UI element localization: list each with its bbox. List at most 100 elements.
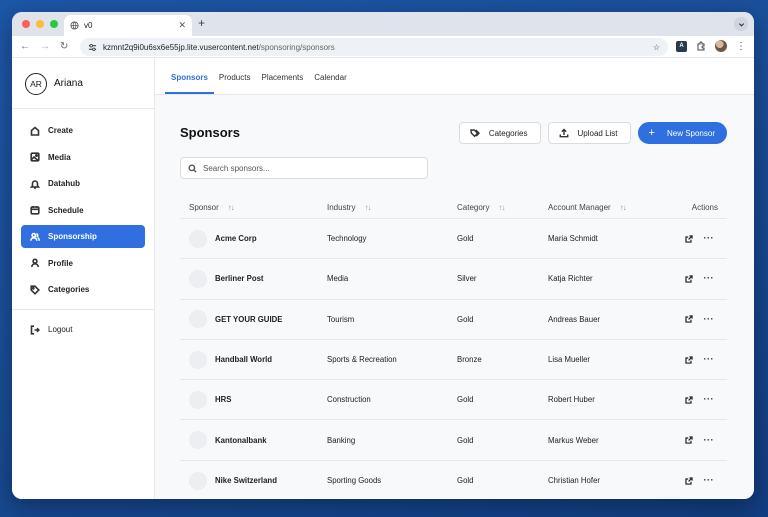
column-header-category[interactable]: Category ↑↓ [457,203,548,212]
bookmark-star-icon[interactable]: ☆ [653,43,660,52]
sidebar-item-media[interactable]: Media [21,146,145,169]
user-profile[interactable]: AR Ariana [12,59,154,109]
external-link-icon[interactable] [684,235,693,243]
table-row[interactable]: Kantonalbank Banking Gold Markus Weber ·… [180,420,727,461]
new-sponsor-button[interactable]: + New Sponsor [637,122,727,144]
logout-icon [30,324,40,335]
url-host: kzmnt2q9i0u6sx6e55jp.lite.vusercontent.n… [103,42,259,52]
column-header-industry[interactable]: Industry ↑↓ [327,203,457,212]
sort-icon[interactable]: ↑↓ [228,203,235,212]
sidebar: AR Ariana Create Media Datahub Schedule … [12,59,155,499]
table-row[interactable]: Nike Switzerland Sporting Goods Gold Chr… [180,461,727,499]
manager-cell: Christian Hofer [548,476,600,486]
sidebar-item-sponsorship[interactable]: Sponsorship [21,225,145,248]
extensions-puzzle-icon[interactable] [696,41,706,51]
categories-button-label: Categories [488,128,528,138]
tab-sponsors[interactable]: Sponsors [165,73,214,94]
sponsor-name[interactable]: HRS [215,395,231,404]
more-options-icon[interactable]: ··· [704,274,715,283]
close-window-button[interactable] [22,20,30,28]
back-arrow-icon[interactable]: ← [20,41,30,52]
manager-cell: Markus Weber [548,435,599,445]
address-bar[interactable]: kzmnt2q9i0u6sx6e55jp.lite.vusercontent.n… [80,38,668,56]
site-settings-icon[interactable] [88,43,97,52]
sponsor-name[interactable]: GET YOUR GUIDE [215,315,282,324]
maximize-window-button[interactable] [50,20,58,28]
sidebar-item-label: Categories [48,285,90,294]
sidebar-item-logout[interactable]: Logout [21,318,145,341]
manager-cell: Katja Richter [548,274,593,284]
forward-arrow-icon[interactable]: → [40,41,50,52]
sponsor-name[interactable]: Kantonalbank [215,436,267,445]
sponsor-name[interactable]: Handball World [215,355,272,364]
sort-icon[interactable]: ↑↓ [498,203,505,212]
avatar: AR [25,72,47,95]
table-row[interactable]: Berliner Post Media Silver Katja Richter… [180,259,727,300]
reload-icon[interactable]: ↻ [60,41,68,52]
table-row[interactable]: Handball World Sports & Recreation Bronz… [180,340,727,381]
external-link-icon[interactable] [684,436,693,444]
sponsor-name[interactable]: Nike Switzerland [215,476,277,485]
more-options-icon[interactable]: ··· [704,476,715,485]
minimize-window-button[interactable] [36,20,44,28]
tags-icon [470,129,480,138]
more-options-icon[interactable]: ··· [704,355,715,364]
table-row[interactable]: HRS Construction Gold Robert Huber ··· [180,380,727,421]
sidebar-item-datahub[interactable]: Datahub [21,172,145,195]
extension-icon[interactable]: A [676,40,687,52]
sponsor-name[interactable]: Acme Corp [215,234,257,243]
sponsor-name[interactable]: Berliner Post [215,274,264,283]
column-header-account-manager[interactable]: Account Manager ↑↓ [548,203,668,212]
tab-placements[interactable]: Placements [261,73,303,94]
column-header-label: Actions [691,203,718,212]
tab-search-chevron-icon[interactable] [734,17,748,31]
browser-window: v0 ✕ + ← → ↻ kzmnt2q9i0u6sx6e55jp.lite.v… [12,12,754,499]
close-tab-icon[interactable]: ✕ [178,20,186,31]
sidebar-nav: Create Media Datahub Schedule Sponsorshi… [12,109,154,341]
more-options-icon[interactable]: ··· [704,395,715,404]
table-row[interactable]: GET YOUR GUIDE Tourism Gold Andreas Baue… [180,300,727,340]
sidebar-item-create[interactable]: Create [21,119,145,142]
external-link-icon[interactable] [684,275,693,283]
main-content: Sponsors Products Placements Calendar Sp… [155,59,754,499]
sort-icon[interactable]: ↑↓ [364,203,371,212]
tab-calendar[interactable]: Calendar [314,73,346,94]
upload-list-button[interactable]: Upload List [547,122,631,144]
external-link-icon[interactable] [684,396,693,404]
profile-avatar[interactable] [715,40,727,52]
sponsor-logo [189,310,207,329]
external-link-icon[interactable] [684,315,693,323]
sort-icon[interactable]: ↑↓ [620,203,627,212]
category-cell: Gold [457,395,474,405]
tab-products[interactable]: Products [219,73,251,94]
new-tab-icon[interactable]: + [198,16,205,30]
external-link-icon[interactable] [684,477,693,485]
manager-cell: Robert Huber [548,395,595,405]
sidebar-item-categories[interactable]: Categories [21,278,145,301]
category-cell: Gold [457,314,474,324]
sidebar-item-schedule[interactable]: Schedule [21,199,145,222]
browser-menu-icon[interactable]: ⋮ [736,41,746,52]
industry-cell: Construction [327,395,371,405]
categories-button[interactable]: Categories [458,122,541,144]
column-header-label: Sponsor [189,203,219,212]
user-icon [31,258,39,268]
browser-tab[interactable]: v0 ✕ [64,15,192,36]
more-options-icon[interactable]: ··· [704,234,715,243]
window-controls [22,20,58,28]
more-options-icon[interactable]: ··· [704,435,715,445]
column-header-sponsor[interactable]: Sponsor ↑↓ [180,203,327,212]
industry-cell: Media [327,274,349,284]
table-row[interactable]: Acme Corp Technology Gold Maria Schmidt … [180,219,727,260]
category-cell: Gold [457,476,474,486]
more-options-icon[interactable]: ··· [704,314,715,324]
sidebar-item-label: Sponsorship [48,232,97,241]
sidebar-item-label: Create [48,126,73,135]
external-link-icon[interactable] [684,355,693,364]
sidebar-item-profile[interactable]: Profile [21,252,145,275]
sidebar-item-label: Profile [48,258,73,268]
column-header-label: Industry [327,203,356,212]
table-header: Sponsor ↑↓ Industry ↑↓ Category ↑↓ Account … [180,197,727,219]
search-input[interactable] [203,163,423,173]
column-header-actions: Actions [668,203,727,212]
